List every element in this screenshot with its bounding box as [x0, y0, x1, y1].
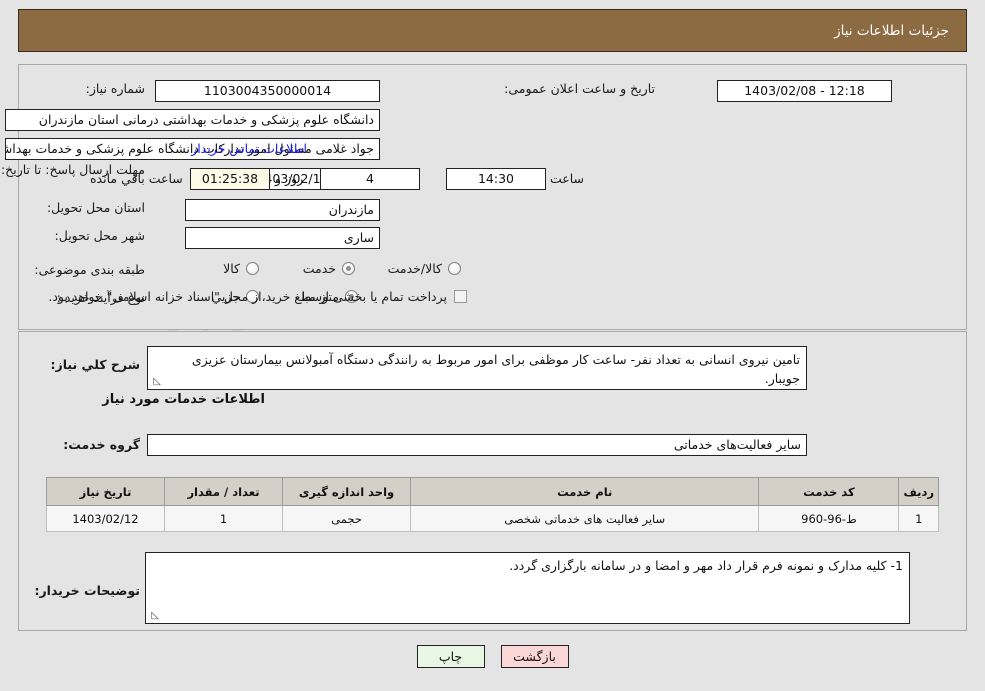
back-button[interactable]: بازگشت: [500, 645, 569, 668]
td-date: 1403/02/12: [46, 505, 165, 532]
td-quantity: 1: [164, 505, 283, 532]
th-date: تاریخ نیاز: [46, 477, 165, 506]
overview-textarea[interactable]: تامین نیروی انسانی به تعداد نفر- ساعت کا…: [147, 346, 807, 390]
need-number-label-row: شماره نیاز:: [86, 81, 145, 96]
page-title: جزئیات اطلاعات نیاز: [834, 22, 949, 39]
th-code: کد خدمت: [758, 477, 900, 506]
services-table: ردیف کد خدمت نام خدمت واحد اندازه گیری ت…: [46, 477, 939, 532]
announce-date-label: تاریخ و ساعت اعلان عمومی:: [504, 81, 655, 96]
services-section-head: اطلاعات خدمات مورد نیاز: [102, 392, 265, 407]
hour-value: 14:30: [446, 168, 546, 190]
th-unit: واحد اندازه گیری: [282, 477, 411, 506]
print-button[interactable]: چاپ: [416, 645, 485, 668]
category-option-kala-khedmat-label: کالا/خدمت: [387, 261, 442, 276]
service-group-label-row: گروه خدمت:: [63, 437, 140, 452]
announce-date-value: 12:18 - 1403/02/08: [717, 80, 892, 102]
province-label-row: استان محل تحویل:: [47, 200, 145, 215]
resize-grip-icon-2[interactable]: ◺: [149, 611, 159, 621]
service-group-label: گروه خدمت:: [63, 437, 140, 452]
th-name: نام خدمت: [409, 477, 760, 506]
category-option-kala-khedmat[interactable]: کالا/خدمت: [388, 261, 461, 276]
buyer-notes-textarea[interactable]: 1- کلیه مدارک و نمونه فرم قرار داد مهر و…: [145, 552, 910, 624]
category-option-khedmat[interactable]: خدمت: [303, 261, 355, 276]
category-option-kala[interactable]: کالا: [223, 261, 259, 276]
page-root: AriaTender .net جزئیات اطلاعات نیاز شمار…: [0, 0, 985, 691]
overview-text: تامین نیروی انسانی به تعداد نفر- ساعت کا…: [191, 352, 800, 386]
province-label: استان محل تحویل:: [46, 200, 145, 215]
radio-kala-icon[interactable]: [246, 262, 259, 275]
category-label: طبقه بندی موضوعی:: [34, 262, 145, 277]
td-name: سایر فعالیت های خدماتی شخصی: [409, 505, 760, 532]
province-value: مازندران: [185, 199, 380, 221]
overview-label-row: شرح کلي نیاز:: [51, 357, 140, 372]
th-quantity: تعداد / مقدار: [164, 477, 283, 506]
announce-label-row: تاریخ و ساعت اعلان عمومی:: [504, 81, 655, 96]
resize-grip-icon[interactable]: ◺: [151, 377, 161, 387]
countdown-value: 01:25:38: [190, 168, 270, 190]
need-number-value: 1103004350000014: [155, 80, 380, 102]
table-row: 1 ط-96-960 سایر فعالیت های خدماتی شخصی ح…: [46, 505, 939, 532]
table-header-row: ردیف کد خدمت نام خدمت واحد اندازه گیری ت…: [46, 477, 939, 506]
td-code: ط-96-960: [758, 505, 900, 532]
category-option-khedmat-label: خدمت: [302, 261, 336, 276]
treasury-checkbox-icon[interactable]: [454, 290, 467, 303]
treasury-checkbox-row[interactable]: پرداخت تمام یا بخشی از مبلغ خرید،از محل …: [48, 289, 467, 304]
city-value: ساری: [185, 227, 380, 249]
category-label-row: طبقه بندی موضوعی:: [34, 262, 145, 277]
category-option-kala-label: کالا: [223, 261, 240, 276]
radio-khedmat-icon[interactable]: [342, 262, 355, 275]
countdown-label: ساعت باقي مانده: [90, 171, 183, 186]
city-label: شهر محل تحویل:: [54, 228, 145, 243]
buyer-contact-link[interactable]: اطلاعات تماس خریدار: [191, 141, 307, 156]
days-label: روز و: [275, 171, 304, 186]
treasury-checkbox-label: پرداخت تمام یا بخشی از مبلغ خرید،از محل …: [48, 289, 447, 304]
radio-kala-khedmat-icon[interactable]: [448, 262, 461, 275]
city-label-row: شهر محل تحویل:: [55, 228, 145, 243]
td-unit: حجمی: [282, 505, 411, 532]
overview-label-text: شرح کلي نیاز:: [50, 357, 140, 372]
buyer-notes-text: 1- کلیه مدارک و نمونه فرم قرار داد مهر و…: [509, 558, 903, 573]
td-radif: 1: [898, 505, 939, 532]
service-group-value: سایر فعالیت‌های خدماتی: [147, 434, 807, 456]
need-number-label: شماره نیاز:: [85, 81, 145, 96]
buyer-org-value: دانشگاه علوم پزشکی و خدمات بهداشتی درمان…: [5, 109, 380, 131]
action-button-bar: بازگشت چاپ: [0, 645, 985, 668]
buyer-notes-label-row: توضیحات خریدار:: [34, 583, 140, 598]
hour-label: ساعت: [550, 171, 585, 186]
days-remaining-value: 4: [320, 168, 420, 190]
page-header: جزئیات اطلاعات نیاز: [18, 9, 967, 52]
buyer-notes-label: توضیحات خریدار:: [34, 583, 140, 598]
th-radif: ردیف: [898, 477, 939, 506]
